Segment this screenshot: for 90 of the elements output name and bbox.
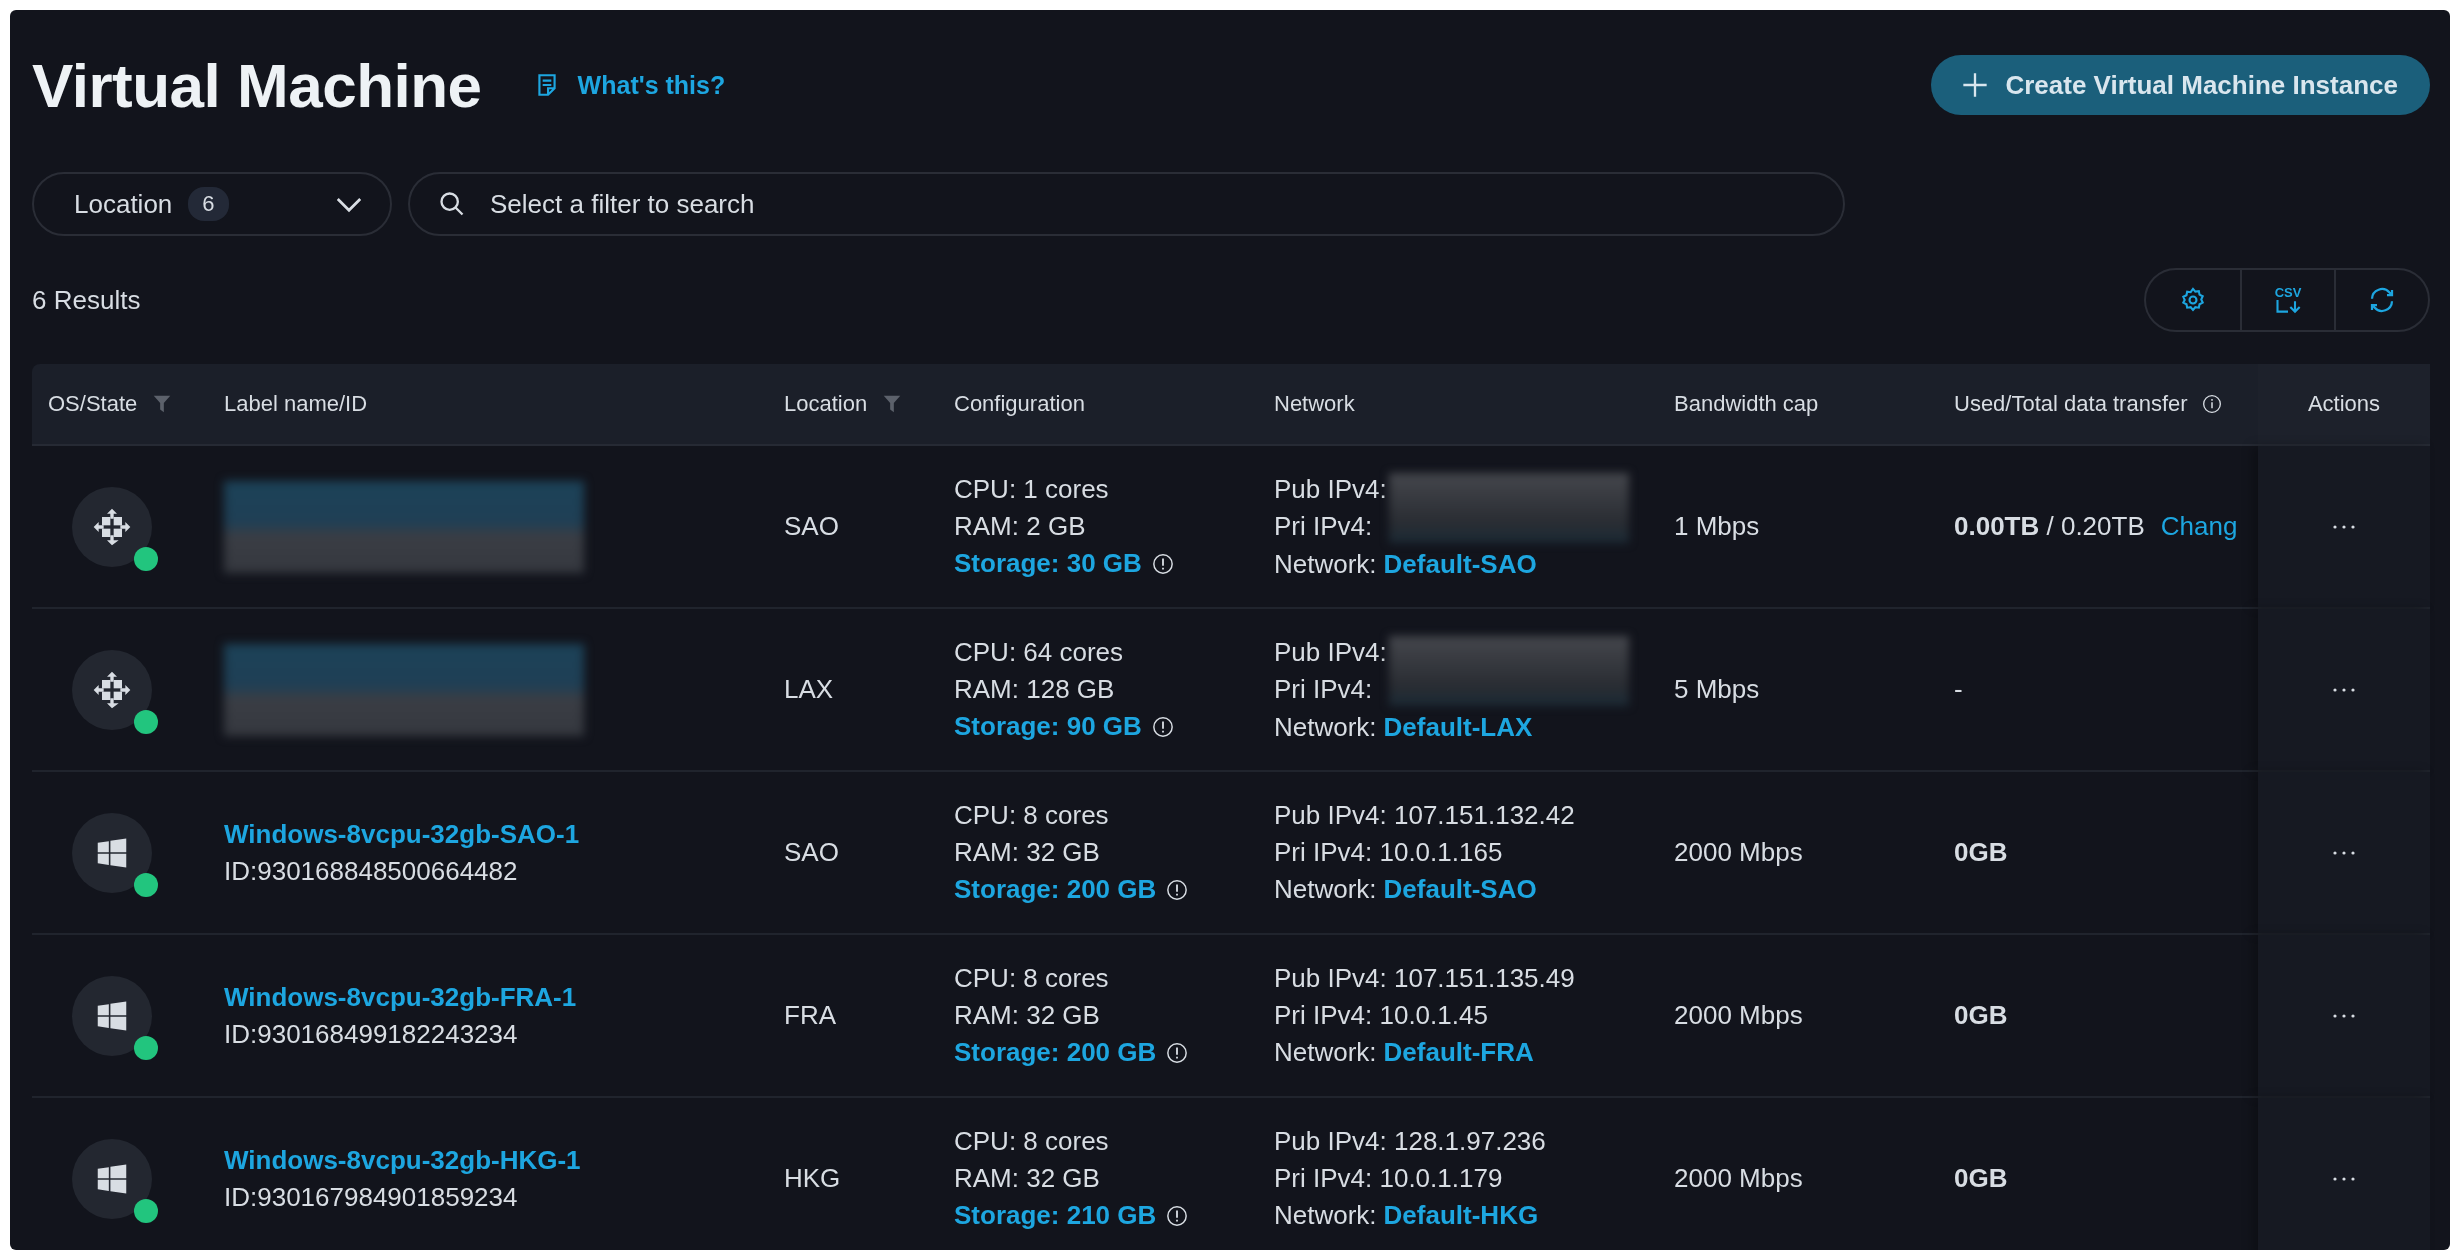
cpu-text: CPU: 8 cores [954, 1126, 1109, 1157]
search-icon [438, 190, 466, 218]
network-link[interactable]: Default-SAO [1383, 874, 1537, 905]
cpu-text: CPU: 1 cores [954, 474, 1109, 505]
create-instance-button[interactable]: Create Virtual Machine Instance [1931, 55, 2430, 115]
location-text: FRA [784, 1000, 836, 1031]
storage-link[interactable]: Storage: 200 GB [954, 1037, 1157, 1068]
cpu-text: CPU: 8 cores [954, 963, 1109, 994]
location-text: LAX [784, 674, 834, 705]
column-header: OS/State [48, 391, 138, 417]
storage-link[interactable]: Storage: 90 GB [954, 711, 1142, 742]
bandwidth-text: 5 Mbps [1674, 674, 1760, 705]
location-text: HKG [784, 1163, 841, 1194]
total-transfer: / 0.20TB [2045, 511, 2145, 542]
column-header: Used/Total data transfer [1954, 391, 2188, 417]
network-link[interactable]: Default-LAX [1383, 712, 1533, 743]
gear-icon [2179, 286, 2207, 314]
instance-id: ID:930167984901859234 [224, 1181, 518, 1213]
ram-text: RAM: 32 GB [954, 837, 1100, 868]
network-label: Network: [1274, 549, 1377, 580]
transfer-text: - [1954, 674, 1963, 705]
info-icon[interactable] [1166, 1204, 1189, 1227]
ram-text: RAM: 2 GB [954, 511, 1086, 542]
private-ip-text: Pri IPv4: [1274, 674, 1374, 705]
network-label: Network: [1274, 712, 1377, 743]
public-ip-text: Pub IPv4: 128.1.97.236 [1274, 1126, 1546, 1157]
location-filter[interactable]: Location 6 [32, 172, 392, 236]
page-title: Virtual Machine [32, 49, 482, 121]
download-arrow-icon [2274, 300, 2302, 314]
count-badge: 6 [188, 187, 229, 221]
cpu-text: CPU: 64 cores [954, 637, 1124, 668]
network-link[interactable]: Default-FRA [1383, 1037, 1534, 1068]
plus-icon [1961, 71, 1990, 99]
info-icon[interactable] [1151, 552, 1174, 575]
network-label: Network: [1274, 1200, 1377, 1231]
ram-text: RAM: 32 GB [954, 1163, 1100, 1194]
column-header: Label name/ID [224, 391, 368, 417]
instance-name-link[interactable]: Windows-8vcpu-32gb-SAO-1 [224, 818, 580, 850]
column-header: Network [1274, 391, 1355, 417]
network-link[interactable]: Default-HKG [1383, 1200, 1539, 1231]
location-text: SAO [784, 511, 839, 542]
change-link[interactable]: Chang [2160, 511, 2238, 542]
used-transfer: 0GB [1954, 837, 2008, 868]
instance-name-link[interactable]: Windows-8vcpu-32gb-FRA-1 [224, 981, 577, 1013]
instance-id: ID:930168499182243234 [224, 1018, 518, 1050]
more-icon[interactable] [2332, 523, 2356, 530]
used-transfer: 0.00TB [1954, 511, 2040, 542]
location-text: SAO [784, 837, 839, 868]
bandwidth-text: 2000 Mbps [1674, 1163, 1803, 1194]
column-header: Location [784, 391, 868, 417]
instance-name-link[interactable]: Windows-8vcpu-32gb-HKG-1 [224, 1144, 581, 1176]
info-icon[interactable] [1166, 1041, 1189, 1064]
bandwidth-text: 2000 Mbps [1674, 837, 1803, 868]
storage-link[interactable]: Storage: 30 GB [954, 548, 1142, 579]
more-icon[interactable] [2332, 686, 2356, 693]
private-ip-text: Pri IPv4: 10.0.1.45 [1274, 1000, 1489, 1031]
private-ip-text: Pri IPv4: 10.0.1.165 [1274, 837, 1504, 868]
public-ip-text: Pub IPv4: [1274, 637, 1387, 668]
info-icon[interactable] [1166, 878, 1189, 901]
bandwidth-text: 1 Mbps [1674, 511, 1760, 542]
storage-link[interactable]: Storage: 200 GB [954, 874, 1157, 905]
public-ip-text: Pub IPv4: 107.151.135.49 [1274, 963, 1575, 994]
more-icon[interactable] [2332, 849, 2356, 856]
column-header: Configuration [954, 391, 1085, 417]
ram-text: RAM: 32 GB [954, 1000, 1100, 1031]
results-count: 6 Results [32, 284, 141, 316]
search-field[interactable]: Select a filter to search [408, 172, 1845, 236]
instance-id: ID:930168848500664482 [224, 855, 518, 887]
column-header: Bandwidth cap [1674, 391, 1819, 417]
help-link[interactable]: What's this? [577, 70, 726, 100]
column-header: Actions [2307, 391, 2381, 417]
network-label: Network: [1274, 874, 1377, 905]
used-transfer: 0GB [1954, 1000, 2008, 1031]
network-label: Network: [1274, 1037, 1377, 1068]
info-icon[interactable] [2201, 394, 2222, 414]
filter-label: Location [74, 188, 173, 220]
private-ip-text: Pri IPv4: [1274, 511, 1374, 542]
ram-text: RAM: 128 GB [954, 674, 1115, 705]
network-link[interactable]: Default-SAO [1383, 549, 1537, 580]
public-ip-text: Pub IPv4: 107.151.132.42 [1274, 800, 1575, 831]
storage-link[interactable]: Storage: 210 GB [954, 1200, 1157, 1231]
public-ip-text: Pub IPv4: [1274, 474, 1387, 505]
used-transfer: 0GB [1954, 1163, 2008, 1194]
more-icon[interactable] [2332, 1012, 2356, 1019]
bandwidth-text: 2000 Mbps [1674, 1000, 1803, 1031]
private-ip-text: Pri IPv4: 10.0.1.179 [1274, 1163, 1504, 1194]
more-icon[interactable] [2332, 1175, 2356, 1182]
info-icon[interactable] [1151, 715, 1174, 738]
cpu-text: CPU: 8 cores [954, 800, 1109, 831]
csv-label: CSV [2274, 286, 2302, 300]
